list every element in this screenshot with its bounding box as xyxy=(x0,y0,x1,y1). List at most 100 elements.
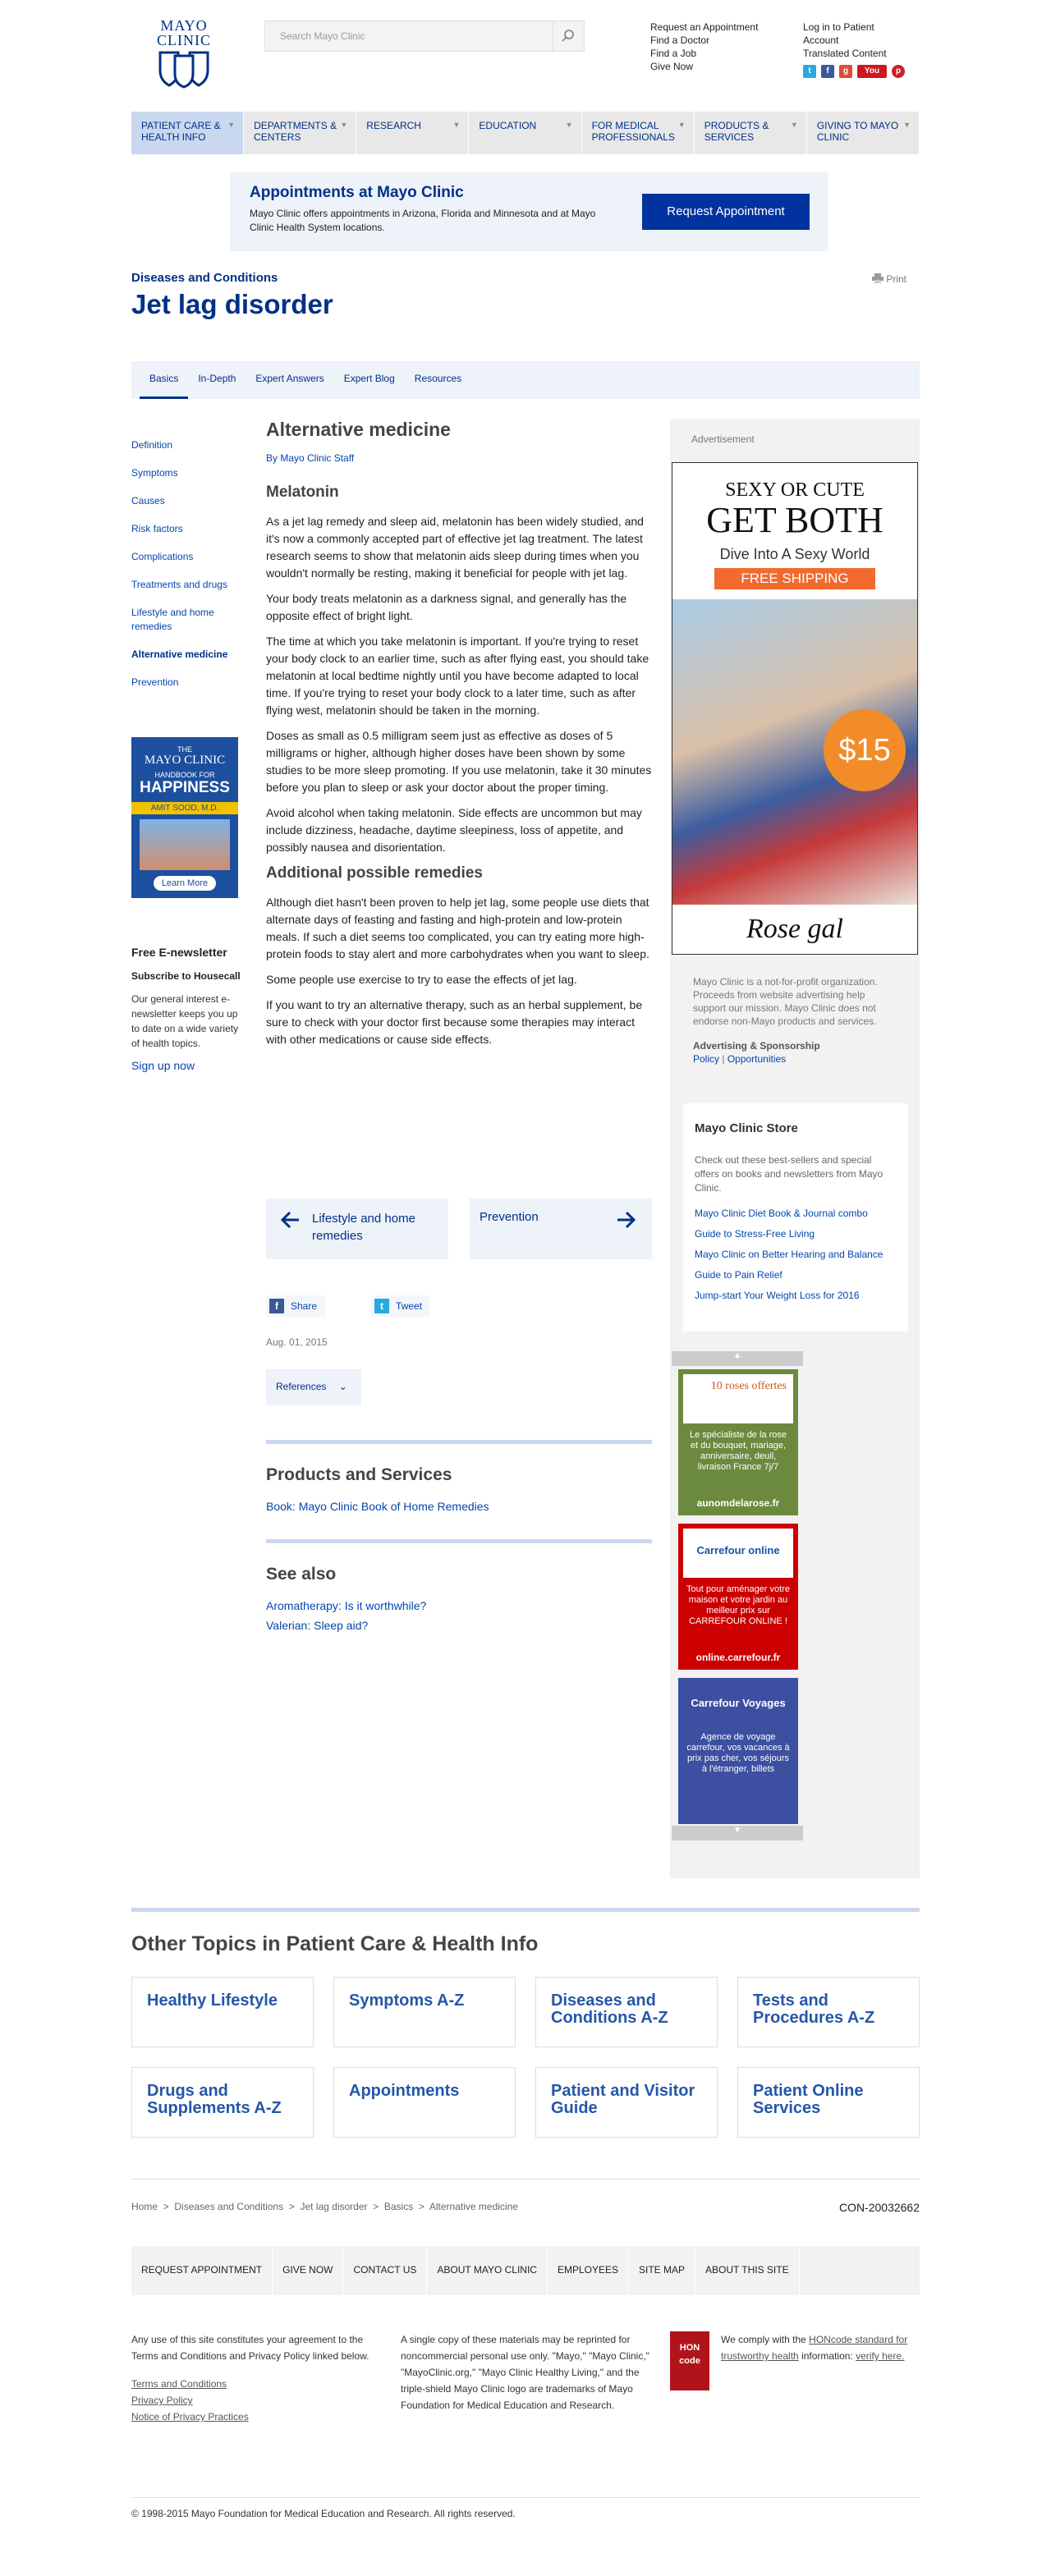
pinterest-icon[interactable]: p xyxy=(892,65,905,78)
enews-text: Our general interest e-newsletter keeps … xyxy=(131,993,239,1049)
left-nav-definition[interactable]: Definition xyxy=(131,438,246,452)
sign-up-link[interactable]: Sign up now xyxy=(131,1059,246,1072)
opportunities-link[interactable]: Opportunities xyxy=(727,1053,786,1065)
footer-link[interactable]: ABOUT MAYO CLINIC xyxy=(427,2246,548,2295)
store-text: Check out these best-sellers and special… xyxy=(695,1154,883,1194)
topic-tile[interactable]: Patient and Visitor Guide xyxy=(535,2067,718,2138)
google-plus-icon[interactable]: g xyxy=(839,65,852,78)
tab-in-depth[interactable]: In-Depth xyxy=(188,361,246,399)
nav-products-services[interactable]: PRODUCTS & SERVICES ▼ xyxy=(695,112,807,154)
left-nav-alternative-medicine[interactable]: Alternative medicine xyxy=(131,648,246,662)
tweet-button[interactable]: t Tweet xyxy=(371,1295,431,1317)
byline-link[interactable]: By Mayo Clinic Staff xyxy=(266,452,652,464)
product-link[interactable]: Book: Mayo Clinic Book of Home Remedies xyxy=(266,1497,652,1516)
rosegal-ad[interactable]: SEXY OR CUTE GET BOTH Dive Into A Sexy W… xyxy=(672,462,918,955)
left-nav-complications[interactable]: Complications xyxy=(131,550,246,564)
learn-more-button[interactable]: Learn More xyxy=(153,876,217,891)
privacy-link[interactable]: Privacy Policy xyxy=(131,2392,386,2409)
see-also-link[interactable]: Valerian: Sleep aid? xyxy=(266,1616,652,1635)
store-link[interactable]: Mayo Clinic on Better Hearing and Balanc… xyxy=(695,1248,897,1262)
section-label[interactable]: Diseases and Conditions xyxy=(131,271,278,285)
chevron-down-icon: ▼ xyxy=(903,121,911,129)
privacy-practices-link[interactable]: Notice of Privacy Practices xyxy=(131,2409,386,2425)
left-nav-prevention[interactable]: Prevention xyxy=(131,676,246,690)
mayo-clinic-logo[interactable]: MAYO CLINIC xyxy=(149,18,218,89)
nav-label: DEPARTMENTS & CENTERS xyxy=(254,120,337,143)
next-page-button[interactable]: Prevention xyxy=(470,1199,652,1259)
breadcrumb-item[interactable]: Basics xyxy=(384,2201,413,2212)
nav-education[interactable]: EDUCATION ▼ xyxy=(469,112,582,154)
topic-tile[interactable]: Diseases and Conditions A-Z xyxy=(535,1977,718,2047)
store-link[interactable]: Guide to Pain Relief xyxy=(695,1268,897,1282)
prev-page-button[interactable]: Lifestyle and home remedies xyxy=(266,1199,448,1259)
ad-price-badge: $15 xyxy=(824,709,906,791)
print-button[interactable]: Print xyxy=(872,273,906,285)
give-now-link[interactable]: Give Now xyxy=(650,60,758,73)
tab-resources[interactable]: Resources xyxy=(405,361,471,399)
footer-link[interactable]: ABOUT THIS SITE xyxy=(695,2246,800,2295)
topic-tile[interactable]: Symptoms A-Z xyxy=(333,1977,516,2047)
twitter-icon[interactable]: t xyxy=(803,65,816,78)
breadcrumb-item[interactable]: Diseases and Conditions xyxy=(174,2201,283,2212)
advertising-title: Advertising & Sponsorship xyxy=(693,1040,820,1052)
left-nav-causes[interactable]: Causes xyxy=(131,494,246,508)
footer-link[interactable]: EMPLOYEES xyxy=(548,2246,629,2295)
request-appointment-button[interactable]: Request Appointment xyxy=(642,194,810,230)
references-toggle[interactable]: References ⌄ xyxy=(266,1369,361,1405)
social-icons: t f g You p xyxy=(803,65,905,78)
tab-basics[interactable]: Basics xyxy=(140,361,189,399)
left-nav-lifestyle[interactable]: Lifestyle and home remedies xyxy=(131,606,246,634)
left-nav-symptoms[interactable]: Symptoms xyxy=(131,466,246,480)
left-nav-risk-factors[interactable]: Risk factors xyxy=(131,522,246,536)
carousel-down-button[interactable]: ▼ xyxy=(672,1826,803,1840)
topic-tile[interactable]: Patient Online Services xyxy=(737,2067,920,2138)
chevron-down-icon: ⌄ xyxy=(338,1381,347,1392)
facebook-icon[interactable]: f xyxy=(821,65,834,78)
carousel-ad-carrefour[interactable]: Carrefour online Tout pour aménager votr… xyxy=(678,1524,798,1670)
nav-departments[interactable]: DEPARTMENTS & CENTERS ▼ xyxy=(244,112,357,154)
see-also-title: See also xyxy=(266,1565,337,1584)
tab-expert-answers[interactable]: Expert Answers xyxy=(246,361,333,399)
breadcrumb-item[interactable]: Jet lag disorder xyxy=(300,2201,367,2212)
carousel-up-button[interactable]: ▲ xyxy=(672,1351,803,1366)
breadcrumb-item[interactable]: Home xyxy=(131,2201,158,2212)
facebook-share-button[interactable]: f Share xyxy=(266,1295,326,1317)
nav-giving[interactable]: GIVING TO MAYO CLINIC ▼ xyxy=(807,112,920,154)
store-link[interactable]: Mayo Clinic Diet Book & Journal combo xyxy=(695,1207,897,1221)
store-link[interactable]: Guide to Stress-Free Living xyxy=(695,1227,897,1241)
topic-tile[interactable]: Healthy Lifestyle xyxy=(131,1977,314,2047)
see-also-link[interactable]: Aromatherapy: Is it worthwhile? xyxy=(266,1596,652,1616)
store-link[interactable]: Jump-start Your Weight Loss for 2016 xyxy=(695,1289,897,1303)
verify-link[interactable]: verify here. xyxy=(856,2350,904,2362)
carousel-ad-roses[interactable]: 10 roses offertes Le spécialiste de la r… xyxy=(678,1369,798,1515)
youtube-icon[interactable]: You xyxy=(857,65,887,78)
terms-link[interactable]: Terms and Conditions xyxy=(131,2376,386,2392)
carousel-ad-voyages[interactable]: Carrefour Voyages Agence de voyage carre… xyxy=(678,1678,798,1824)
topic-tile[interactable]: Appointments xyxy=(333,2067,516,2138)
search-bar[interactable]: Search Mayo Clinic xyxy=(264,21,585,52)
nav-label: PATIENT CARE & HEALTH INFO xyxy=(141,120,221,143)
nav-patient-care[interactable]: PATIENT CARE & HEALTH INFO ▼ xyxy=(131,112,245,154)
find-doctor-link[interactable]: Find a Doctor xyxy=(650,34,758,47)
book-ad[interactable]: THE MAYO CLINIC HANDBOOK FOR HAPPINESS A… xyxy=(131,737,238,898)
nav-research[interactable]: RESEARCH ▼ xyxy=(356,112,470,154)
hon-badge[interactable]: HON code xyxy=(670,2331,709,2390)
main-nav: PATIENT CARE & HEALTH INFO ▼ DEPARTMENTS … xyxy=(131,112,920,154)
footer-link[interactable]: SITE MAP xyxy=(629,2246,696,2295)
search-input[interactable]: Search Mayo Clinic xyxy=(280,30,365,42)
find-job-link[interactable]: Find a Job xyxy=(650,47,758,60)
tab-expert-blog[interactable]: Expert Blog xyxy=(334,361,405,399)
topic-tile[interactable]: Drugs and Supplements A-Z xyxy=(131,2067,314,2138)
login-link-line2[interactable]: Account xyxy=(803,34,887,47)
login-link-line1[interactable]: Log in to Patient xyxy=(803,21,887,34)
search-button[interactable] xyxy=(553,21,584,51)
left-nav-treatments[interactable]: Treatments and drugs xyxy=(131,578,246,592)
footer-link[interactable]: GIVE NOW xyxy=(273,2246,344,2295)
footer-link[interactable]: REQUEST APPOINTMENT xyxy=(131,2246,273,2295)
topic-tile[interactable]: Tests and Procedures A-Z xyxy=(737,1977,920,2047)
translated-content-link[interactable]: Translated Content xyxy=(803,47,887,60)
policy-link[interactable]: Policy xyxy=(693,1053,719,1065)
request-appointment-link[interactable]: Request an Appointment xyxy=(650,21,758,34)
footer-link[interactable]: CONTACT US xyxy=(343,2246,428,2295)
nav-medical-professionals[interactable]: FOR MEDICAL PROFESSIONALS ▼ xyxy=(582,112,695,154)
